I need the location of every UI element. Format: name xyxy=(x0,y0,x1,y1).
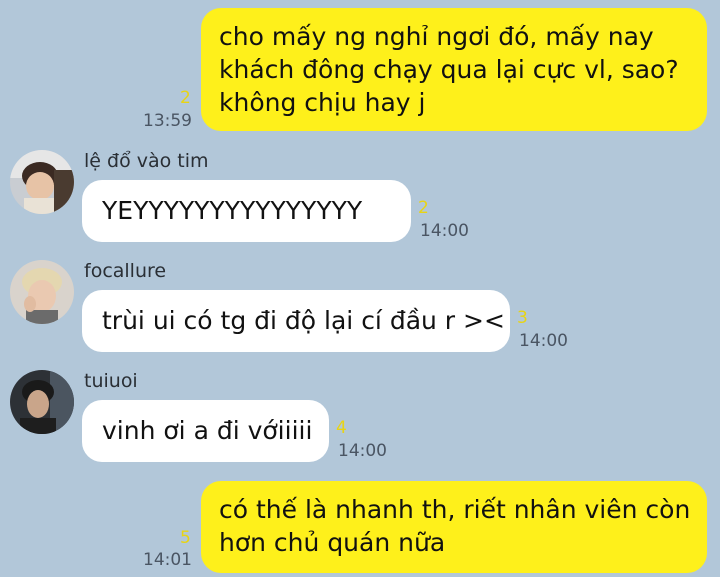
sender-name: focallure xyxy=(84,260,167,282)
message-text: YEYYYYYYYYYYYYYYY xyxy=(102,196,363,225)
avatar[interactable] xyxy=(10,260,74,324)
child-photo-avatar-icon xyxy=(10,150,74,214)
message-line: có thế là nhanh th, riết nhân viên còn xyxy=(219,495,691,524)
blonde-person-photo-avatar-icon xyxy=(10,260,74,324)
unread-count: 5 xyxy=(180,528,191,548)
sender-name: lệ đổ vào tim xyxy=(84,150,209,172)
unread-count: 3 xyxy=(517,308,528,328)
dark-haired-person-photo-avatar-icon xyxy=(10,370,74,434)
message-bubble[interactable]: trùi ui có tg đi độ lại cí đầu r >< xyxy=(82,290,510,352)
message-text: trùi ui có tg đi độ lại cí đầu r >< xyxy=(102,306,505,335)
sender-name: tuiuoi xyxy=(84,370,138,392)
message-time: 13:59 xyxy=(143,111,192,131)
chat-room[interactable]: 2 13:59 cho mấy ng nghỉ ngơi đó, mấy nay… xyxy=(0,0,720,577)
message-time: 14:00 xyxy=(338,441,387,461)
message-time: 14:00 xyxy=(519,331,568,351)
message-time: 14:00 xyxy=(420,221,469,241)
unread-count: 4 xyxy=(336,418,347,438)
unread-count: 2 xyxy=(418,198,429,218)
message-bubble[interactable]: YEYYYYYYYYYYYYYYY xyxy=(82,180,411,242)
message-line: hơn chủ quán nữa xyxy=(219,528,446,557)
message-text: vinh ơi a đi vớiiiii xyxy=(102,416,313,445)
message-line: cho mấy ng nghỉ ngơi đó, mấy nay xyxy=(219,22,654,51)
unread-count: 2 xyxy=(180,88,191,108)
message-line: khách đông chạy qua lại cực vl, sao? xyxy=(219,55,679,84)
message-time: 14:01 xyxy=(143,550,192,570)
avatar[interactable] xyxy=(10,370,74,434)
message-bubble[interactable]: vinh ơi a đi vớiiiii xyxy=(82,400,329,462)
message-bubble[interactable]: cho mấy ng nghỉ ngơi đó, mấy nay khách đ… xyxy=(201,8,707,131)
message-bubble[interactable]: có thế là nhanh th, riết nhân viên còn h… xyxy=(201,481,707,573)
message-line: không chịu hay j xyxy=(219,88,426,117)
avatar[interactable] xyxy=(10,150,74,214)
